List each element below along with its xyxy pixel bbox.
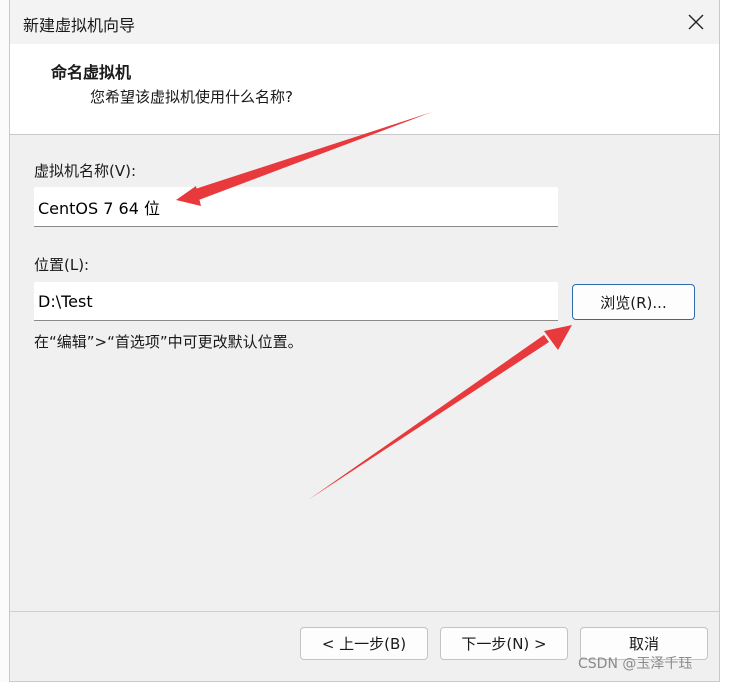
close-button[interactable]: [673, 0, 719, 44]
location-label: 位置(L):: [34, 256, 90, 274]
wizard-header: 命名虚拟机 您希望该虚拟机使用什么名称?: [10, 44, 719, 135]
window-edge: [720, 0, 730, 682]
new-vm-wizard-dialog: 新建虚拟机向导 命名虚拟机 您希望该虚拟机使用什么名称? 虚拟机名称(V): 位…: [9, 0, 720, 682]
vm-name-label: 虚拟机名称(V):: [34, 162, 137, 180]
next-button[interactable]: 下一步(N) >: [440, 627, 568, 660]
close-icon: [688, 14, 704, 30]
window-title: 新建虚拟机向导: [23, 16, 136, 35]
footer-separator: [10, 611, 719, 612]
location-input[interactable]: [34, 282, 558, 321]
title-bar: 新建虚拟机向导: [10, 0, 719, 44]
back-button[interactable]: < 上一步(B): [300, 627, 428, 660]
vm-name-input[interactable]: [34, 187, 558, 227]
browse-button[interactable]: 浏览(R)...: [572, 284, 695, 320]
watermark: CSDN @玉泽千珏: [578, 656, 693, 672]
page-title: 命名虚拟机: [51, 63, 132, 82]
location-hint: 在“编辑”>“首选项”中可更改默认位置。: [34, 333, 303, 351]
page-subtitle: 您希望该虚拟机使用什么名称?: [90, 88, 293, 106]
